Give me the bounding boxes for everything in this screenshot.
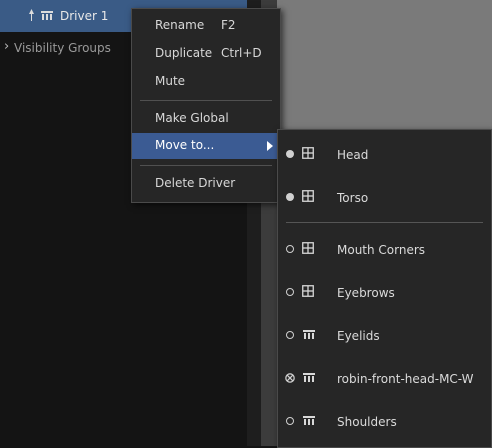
menu-separator (286, 222, 483, 223)
submenu-item-label: Shoulders (337, 415, 397, 429)
submenu-item-label: Eyelids (337, 329, 380, 343)
menu-separator (140, 165, 272, 166)
menu-item-rename[interactable]: Rename F2 (132, 13, 280, 39)
menu-separator (140, 100, 272, 101)
submenu-item-label: Mouth Corners (337, 243, 426, 257)
submenu-arrow-icon (267, 141, 273, 151)
menu-item-delete-driver[interactable]: Delete Driver (132, 171, 280, 197)
radio-filled-icon (286, 150, 294, 158)
driver-icon (303, 373, 315, 382)
radio-empty-icon (286, 417, 294, 425)
radio-empty-icon (286, 288, 294, 296)
radio-filled-icon (286, 193, 294, 201)
group-icon (302, 147, 314, 159)
menu-item-duplicate[interactable]: Duplicate Ctrl+D (132, 41, 280, 67)
driver-icon (303, 330, 315, 339)
radio-empty-icon (286, 331, 294, 339)
submenu-item-eyebrows[interactable]: Eyebrows (278, 278, 491, 308)
chevron-right-icon[interactable]: › (4, 39, 9, 54)
menu-item-label: Delete Driver (155, 176, 236, 190)
radio-crossed-icon (285, 373, 295, 383)
menu-item-move-to[interactable]: Move to... (132, 133, 280, 159)
menu-item-shortcut: F2 (221, 18, 236, 32)
menu-item-shortcut: Ctrl+D (221, 46, 262, 60)
submenu-item-mouth-corners[interactable]: Mouth Corners (278, 235, 491, 265)
menu-item-label: Duplicate (155, 46, 213, 60)
group-icon (302, 285, 314, 297)
submenu-item-label: Eyebrows (337, 286, 395, 300)
submenu-item-torso[interactable]: Torso (278, 183, 491, 213)
submenu-item-label: robin-front-head-MC-W (337, 372, 474, 386)
menu-item-mute[interactable]: Mute (132, 69, 280, 95)
menu-item-label: Rename (155, 18, 205, 32)
group-icon (302, 242, 314, 254)
submenu-item-label: Torso (337, 191, 369, 205)
menu-item-make-global[interactable]: Make Global (132, 106, 280, 132)
submenu-item-head[interactable]: Head (278, 140, 491, 170)
submenu-item-eyelids[interactable]: Eyelids (278, 321, 491, 351)
group-icon (302, 190, 314, 202)
menu-item-label: Move to... (155, 138, 215, 152)
tree-row-label: Driver 1 (60, 9, 109, 23)
pin-icon (29, 9, 34, 21)
menu-item-label: Make Global (155, 111, 229, 125)
context-menu: Rename F2 Duplicate Ctrl+D Mute Make Glo… (131, 8, 281, 203)
submenu-item-label: Head (337, 148, 369, 162)
submenu-item-shoulders[interactable]: Shoulders (278, 407, 491, 437)
move-to-submenu: Head Torso Mouth Corners Eyebrows Eyelid… (277, 129, 492, 448)
submenu-item-robin-front-head-mc-w[interactable]: robin-front-head-MC-W (278, 364, 491, 394)
menu-item-label: Mute (155, 74, 186, 88)
radio-empty-icon (286, 245, 294, 253)
driver-icon (303, 416, 315, 425)
tree-row-label: Visibility Groups (14, 41, 111, 55)
driver-icon (41, 11, 53, 20)
